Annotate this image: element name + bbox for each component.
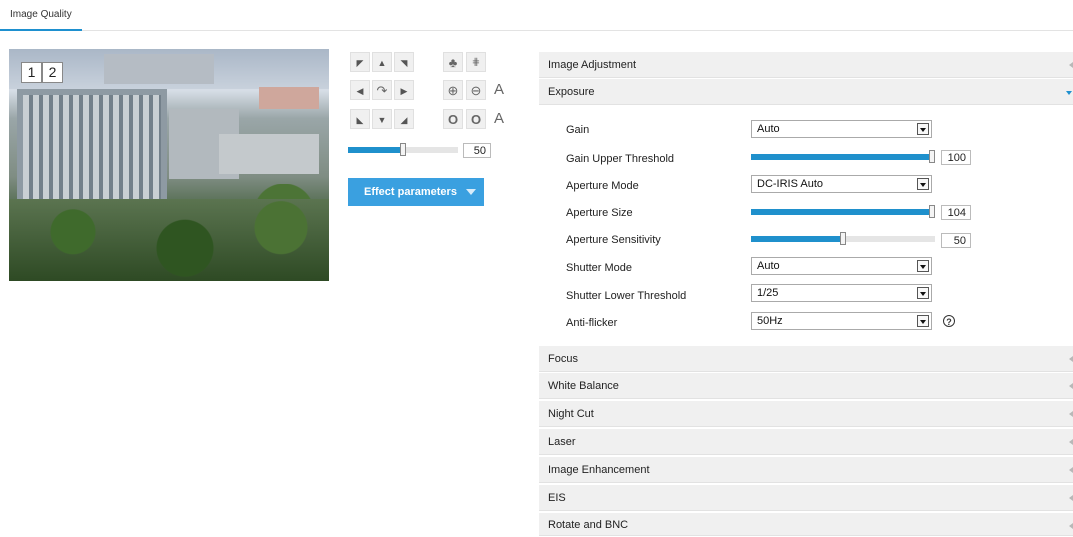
section-laser[interactable]: Laser (539, 429, 1073, 455)
focus-near-icon[interactable]: ♣ (443, 52, 463, 72)
chevron-left-icon (1069, 523, 1073, 529)
section-label: White Balance (548, 380, 619, 392)
gain-upper-threshold-slider[interactable] (751, 150, 935, 163)
anti-flicker-value: 50Hz (757, 315, 783, 327)
section-exposure[interactable]: Exposure (539, 79, 1073, 105)
auto-iris-icon[interactable]: A (489, 109, 509, 129)
pan-up-button[interactable]: ▲ (372, 52, 392, 72)
tab-bar: Image Quality (0, 0, 1073, 31)
slider-fill (751, 209, 935, 215)
aperture-size-slider[interactable] (751, 205, 935, 218)
auto-focus-icon[interactable]: A (489, 80, 509, 100)
shutter-mode-select[interactable]: Auto (751, 257, 932, 275)
preview-building (259, 87, 319, 109)
section-image-enhancement[interactable]: Image Enhancement (539, 457, 1073, 483)
effect-parameters-label: Effect parameters (364, 186, 457, 198)
gain-upper-threshold-label: Gain Upper Threshold (566, 153, 675, 165)
anti-flicker-label: Anti-flicker (566, 317, 618, 329)
aperture-sensitivity-value[interactable]: 50 (941, 233, 971, 248)
focus-far-icon[interactable]: ⋕ (466, 52, 486, 72)
gain-select[interactable]: Auto (751, 120, 932, 138)
pan-down-left-button[interactable]: ◣ (350, 109, 370, 129)
slider-fill (751, 236, 843, 242)
chevron-left-icon (1069, 495, 1073, 501)
shutter-mode-value: Auto (757, 260, 780, 272)
section-rotate-and-bnc[interactable]: Rotate and BNC (539, 513, 1073, 536)
iris-close-icon[interactable]: O (466, 109, 486, 129)
slider-handle[interactable] (400, 143, 406, 156)
aperture-sensitivity-label: Aperture Sensitivity (566, 234, 661, 246)
shutter-lower-threshold-value: 1/25 (757, 287, 779, 299)
slider-fill (348, 147, 403, 153)
pan-down-right-button[interactable]: ◢ (394, 109, 414, 129)
ptz-speed-value[interactable]: 50 (463, 143, 491, 158)
aperture-mode-label: Aperture Mode (566, 180, 639, 192)
preview-building (17, 89, 167, 209)
zoom-out-icon[interactable]: ⊖ (466, 80, 486, 100)
chevron-left-icon (1069, 439, 1073, 445)
slider-handle[interactable] (929, 150, 935, 163)
help-icon[interactable]: ? (943, 315, 955, 327)
section-label: Rotate and BNC (548, 519, 629, 531)
anti-flicker-select[interactable]: 50Hz (751, 312, 932, 330)
dropdown-arrow-icon (917, 260, 929, 272)
section-label: Night Cut (548, 408, 594, 420)
gain-label: Gain (566, 124, 590, 136)
section-label: EIS (548, 492, 566, 504)
section-focus[interactable]: Focus (539, 346, 1073, 372)
zoom-in-icon[interactable]: ⊕ (443, 80, 463, 100)
section-label: Exposure (548, 86, 595, 98)
chevron-left-icon (1069, 411, 1073, 417)
preview-building (219, 134, 319, 174)
ptz-speed-slider[interactable] (348, 143, 458, 156)
aperture-mode-value: DC-IRIS Auto (757, 178, 824, 190)
gain-value: Auto (757, 123, 780, 135)
pan-up-left-button[interactable]: ◤ (350, 52, 370, 72)
dropdown-arrow-icon (917, 287, 929, 299)
pan-down-button[interactable]: ▼ (372, 109, 392, 129)
chevron-left-icon (1069, 356, 1073, 362)
preview-trees (9, 199, 329, 281)
section-label: Focus (548, 353, 578, 365)
slider-fill (751, 154, 935, 160)
section-label: Laser (548, 436, 576, 448)
iris-open-icon[interactable]: O (443, 109, 463, 129)
shutter-mode-label: Shutter Mode (566, 262, 633, 274)
channel-1-button[interactable]: 1 (21, 62, 42, 83)
rotate-icon[interactable]: ↷ (372, 80, 392, 100)
effect-parameters-button[interactable]: Effect parameters (348, 178, 484, 206)
shutter-lower-threshold-label: Shutter Lower Threshold (566, 290, 687, 302)
dropdown-arrow-icon (917, 315, 929, 327)
section-label: Image Enhancement (548, 464, 650, 476)
shutter-lower-threshold-select[interactable]: 1/25 (751, 284, 932, 302)
section-night-cut[interactable]: Night Cut (539, 401, 1073, 427)
aperture-mode-select[interactable]: DC-IRIS Auto (751, 175, 932, 193)
aperture-sensitivity-slider[interactable] (751, 232, 935, 245)
dropdown-arrow-icon (917, 178, 929, 190)
section-image-adjustment[interactable]: Image Adjustment (539, 52, 1073, 78)
chevron-left-icon (1069, 383, 1073, 389)
pan-right-button[interactable]: ▶ (394, 80, 414, 100)
chevron-down-icon (466, 189, 476, 195)
aperture-size-value[interactable]: 104 (941, 205, 971, 220)
pan-left-button[interactable]: ◀ (350, 80, 370, 100)
channel-2-button[interactable]: 2 (42, 62, 63, 83)
video-preview[interactable] (9, 49, 329, 281)
aperture-size-label: Aperture Size (566, 207, 633, 219)
chevron-left-icon (1069, 62, 1073, 68)
dropdown-arrow-icon (917, 123, 929, 135)
chevron-down-icon (1066, 91, 1072, 95)
chevron-left-icon (1069, 467, 1073, 473)
tab-image-quality[interactable]: Image Quality (0, 0, 82, 31)
section-white-balance[interactable]: White Balance (539, 373, 1073, 399)
pan-up-right-button[interactable]: ◥ (394, 52, 414, 72)
slider-handle[interactable] (929, 205, 935, 218)
slider-handle[interactable] (840, 232, 846, 245)
section-eis[interactable]: EIS (539, 485, 1073, 511)
gain-upper-threshold-value[interactable]: 100 (941, 150, 971, 165)
section-label: Image Adjustment (548, 59, 637, 71)
preview-building (104, 54, 214, 84)
